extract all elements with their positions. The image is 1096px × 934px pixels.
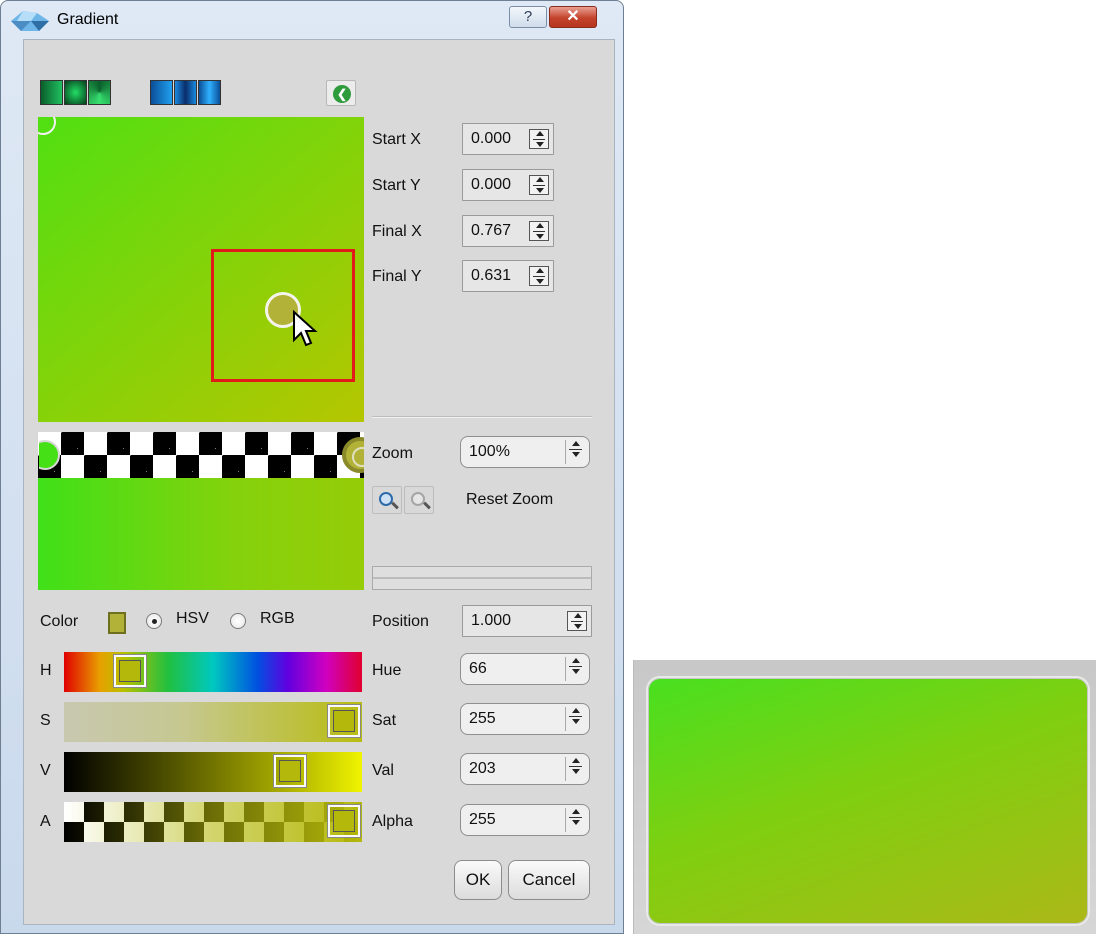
back-arrow-icon: ❮	[333, 85, 351, 103]
sat-field[interactable]: 255	[460, 703, 590, 735]
saturation-slider[interactable]	[64, 702, 362, 742]
cancel-button[interactable]: Cancel	[508, 860, 590, 900]
alpha-stepper[interactable]	[565, 808, 585, 832]
scroll-groove	[372, 566, 592, 590]
hue-slider-thumb[interactable]	[114, 655, 146, 687]
hsv-radio-label[interactable]: HSV	[176, 610, 209, 628]
start-y-value: 0.000	[471, 176, 512, 193]
ok-button[interactable]: OK	[454, 860, 502, 900]
start-y-field[interactable]: 0.000	[462, 169, 554, 201]
reset-zoom-link[interactable]: Reset Zoom	[466, 491, 553, 509]
gradient-stop-bar[interactable]	[38, 432, 364, 478]
final-y-value: 0.631	[471, 267, 512, 284]
final-y-field[interactable]: 0.631	[462, 260, 554, 292]
close-button[interactable]: ✕	[549, 6, 597, 28]
title-bar[interactable]: Gradient ? ✕	[1, 1, 623, 39]
hue-slider[interactable]	[64, 652, 362, 692]
start-y-stepper[interactable]	[529, 175, 549, 195]
app-logo-icon	[11, 11, 49, 31]
start-x-stepper[interactable]	[529, 129, 549, 149]
hue-value: 66	[469, 660, 487, 677]
window-title: Gradient	[57, 11, 119, 28]
hue-stepper[interactable]	[565, 657, 585, 681]
zoom-out-button[interactable]	[404, 486, 434, 514]
zoom-value: 100%	[469, 443, 510, 460]
preset-radial-green[interactable]	[64, 80, 87, 105]
final-x-field[interactable]: 0.767	[462, 215, 554, 247]
val-label: Val	[372, 762, 394, 779]
position-label: Position	[372, 613, 429, 630]
result-preview	[646, 676, 1090, 926]
val-field[interactable]: 203	[460, 753, 590, 785]
position-value: 1.000	[471, 612, 512, 629]
preset-conical-green[interactable]	[88, 80, 111, 105]
hsv-radio[interactable]	[146, 613, 162, 629]
v-label: V	[40, 762, 51, 779]
value-slider-thumb[interactable]	[274, 755, 306, 787]
current-color-swatch[interactable]	[108, 612, 126, 634]
rgb-radio[interactable]	[230, 613, 246, 629]
final-y-label: Final Y	[372, 268, 422, 285]
zoom-in-button[interactable]	[372, 486, 402, 514]
value-slider[interactable]	[64, 752, 362, 792]
val-stepper[interactable]	[565, 757, 585, 781]
mouse-pointer-icon	[293, 309, 318, 347]
start-x-label: Start X	[372, 131, 421, 148]
zoom-label: Zoom	[372, 445, 413, 462]
position-stepper[interactable]	[567, 611, 587, 631]
preset-radial-blue[interactable]	[174, 80, 197, 105]
final-x-value: 0.767	[471, 222, 512, 239]
preset-linear-green[interactable]	[40, 80, 63, 105]
position-field[interactable]: 1.000	[462, 605, 592, 637]
alpha-slider-overlay	[64, 802, 362, 842]
hue-label: Hue	[372, 662, 402, 679]
sat-value: 255	[469, 710, 496, 727]
help-button[interactable]: ?	[509, 6, 547, 28]
alpha-value: 255	[469, 811, 496, 828]
zoom-stepper[interactable]	[565, 440, 585, 464]
back-button[interactable]: ❮	[326, 80, 356, 106]
preset-linear-blue[interactable]	[150, 80, 173, 105]
final-x-stepper[interactable]	[529, 221, 549, 241]
a-label: A	[40, 813, 51, 830]
sat-stepper[interactable]	[565, 707, 585, 731]
sat-label: Sat	[372, 712, 397, 729]
start-y-label: Start Y	[372, 177, 421, 194]
start-x-value: 0.000	[471, 130, 512, 147]
start-x-field[interactable]: 0.000	[462, 123, 554, 155]
saturation-slider-thumb[interactable]	[328, 705, 360, 737]
color-label: Color	[40, 613, 79, 630]
final-y-stepper[interactable]	[529, 266, 549, 286]
alpha-label: Alpha	[372, 813, 413, 830]
final-x-label: Final X	[372, 223, 422, 240]
s-label: S	[40, 712, 51, 729]
zoom-field[interactable]: 100%	[460, 436, 590, 468]
preset-conical-blue[interactable]	[198, 80, 221, 105]
hue-field[interactable]: 66	[460, 653, 590, 685]
gradient-strip-preview	[38, 478, 364, 590]
h-label: H	[40, 662, 52, 679]
alpha-field[interactable]: 255	[460, 804, 590, 836]
val-value: 203	[469, 760, 496, 777]
rgb-radio-label[interactable]: RGB	[260, 610, 295, 628]
alpha-slider-thumb[interactable]	[328, 805, 360, 837]
section-divider	[372, 416, 592, 418]
